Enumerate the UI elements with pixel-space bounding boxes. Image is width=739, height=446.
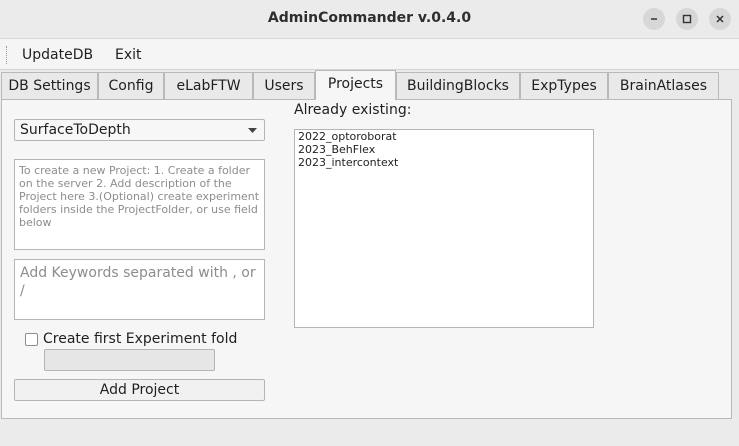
minimize-button[interactable] — [643, 8, 665, 30]
close-button[interactable] — [709, 8, 731, 30]
list-item[interactable]: 2023_intercontext — [298, 156, 590, 169]
menu-item-exit[interactable]: Exit — [115, 47, 142, 63]
tab-projects[interactable]: Projects — [315, 70, 396, 100]
menu-grip-handle — [6, 46, 9, 64]
tab-db-settings[interactable]: DB Settings — [1, 72, 98, 99]
window-title: AdminCommander v.0.4.0 — [267, 10, 472, 26]
maximize-button[interactable] — [676, 8, 698, 30]
title-bar: AdminCommander v.0.4.0 — [0, 0, 739, 38]
project-description-field[interactable]: To create a new Project: 1. Create a fol… — [14, 159, 265, 250]
tab-buildingblocks[interactable]: BuildingBlocks — [396, 72, 520, 99]
tab-bar: DB Settings Config eLabFTW Users Project… — [0, 70, 739, 100]
add-project-button[interactable]: Add Project — [14, 379, 265, 401]
existing-projects-label: Already existing: — [294, 102, 412, 118]
tab-brainatlases[interactable]: BrainAtlases — [608, 72, 719, 99]
list-item[interactable]: 2023_BehFlex — [298, 143, 590, 156]
maximize-icon — [682, 14, 692, 24]
project-select-value: SurfaceToDepth — [20, 122, 131, 138]
first-experiment-label: Create first Experiment fold — [43, 331, 238, 347]
project-select[interactable]: SurfaceToDepth — [14, 119, 265, 141]
minimize-icon — [651, 18, 657, 20]
first-experiment-field[interactable] — [44, 349, 215, 371]
menu-item-updatedb[interactable]: UpdateDB — [22, 47, 93, 63]
tab-exptypes[interactable]: ExpTypes — [520, 72, 608, 99]
menu-bar: UpdateDB Exit — [0, 38, 739, 70]
keywords-field[interactable]: Add Keywords separated with , or / — [14, 259, 265, 320]
close-icon — [716, 15, 724, 23]
chevron-down-icon — [248, 128, 257, 133]
first-experiment-checkbox[interactable] — [25, 333, 38, 346]
existing-projects-list[interactable]: 2022_optoroborat 2023_BehFlex 2023_inter… — [294, 129, 594, 328]
tab-elabftw[interactable]: eLabFTW — [164, 72, 253, 99]
tab-config[interactable]: Config — [98, 72, 164, 99]
list-item[interactable]: 2022_optoroborat — [298, 130, 590, 143]
tab-users[interactable]: Users — [253, 72, 315, 99]
